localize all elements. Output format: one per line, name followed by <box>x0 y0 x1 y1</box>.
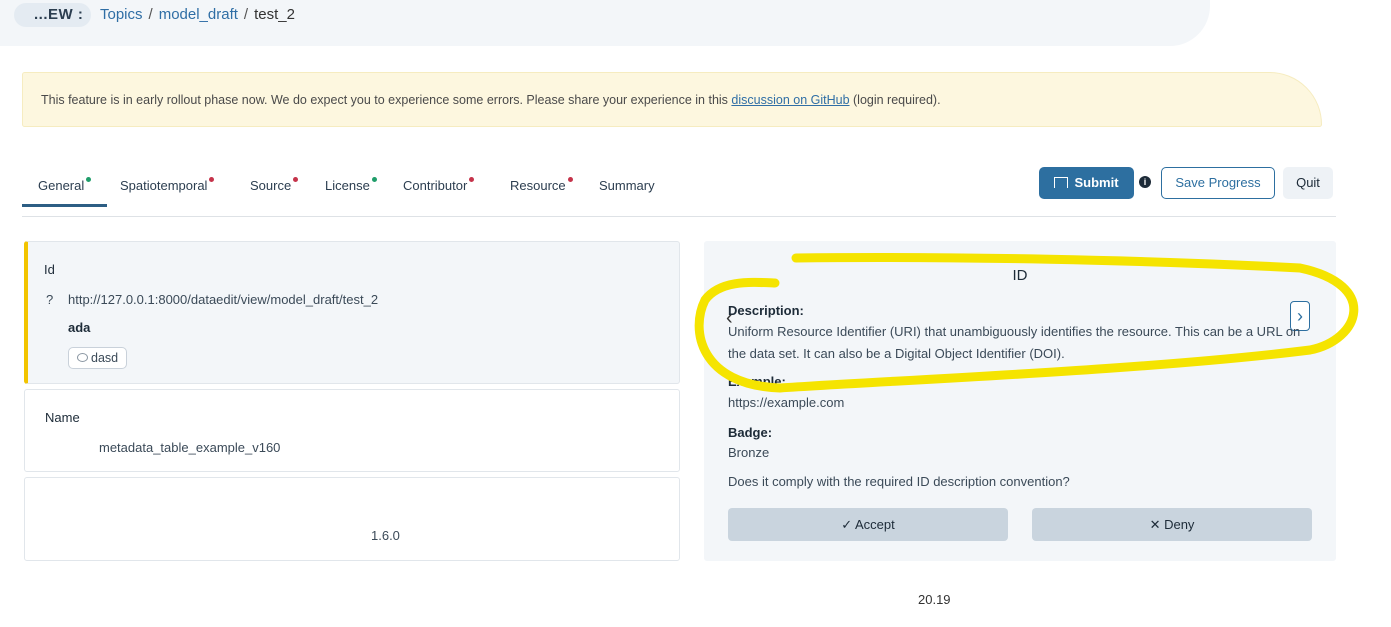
breadcrumb: ...EW : Topics / model_draft / test_2 <box>0 0 1210 46</box>
field-id[interactable]: Id ? http://127.0.0.1:8000/dataedit/view… <box>24 241 680 384</box>
deny-label: Deny <box>1164 517 1195 532</box>
close-icon: ✕ <box>1149 517 1165 532</box>
field-label-id: Id <box>44 262 55 277</box>
deny-button[interactable]: ✕ Deny <box>1032 508 1312 541</box>
badge-text: Bronze <box>728 445 770 460</box>
breadcrumb-current: test_2 <box>254 6 295 23</box>
submit-label: Submit <box>1074 175 1119 190</box>
compliance-question: Does it comply with the required ID desc… <box>728 474 1070 489</box>
submit-button[interactable]: Submit <box>1039 167 1134 199</box>
save-progress-button[interactable]: Save Progress <box>1161 167 1275 199</box>
accept-label: Accept <box>855 517 895 532</box>
tab-general[interactable]: General <box>22 176 108 207</box>
rollout-alert: This feature is in early rollout phase n… <box>22 72 1322 127</box>
field-value-name: metadata_table_example_v160 <box>99 440 281 455</box>
breadcrumb-link-model-draft[interactable]: model_draft <box>159 6 238 23</box>
status-dot <box>293 177 299 182</box>
status-dot <box>371 177 377 182</box>
field-value-version: 1.6.0 <box>371 528 400 543</box>
field-label-name: Name <box>45 410 80 425</box>
quit-button[interactable]: Quit <box>1283 167 1333 199</box>
breadcrumb-trail: Topics / model_draft / test_2 <box>100 3 295 27</box>
field-help-panel: ID ‹ › Description: Uniform Resource Ide… <box>704 241 1336 561</box>
tab-resource[interactable]: Resource <box>510 176 573 208</box>
tab-spatiotemporal[interactable]: Spatiotemporal <box>120 176 215 208</box>
tab-bar: General Spatiotemporal Source License Co… <box>22 168 1336 217</box>
alert-text: This feature is in early rollout phase n… <box>41 93 732 107</box>
comment-chip[interactable]: dasd <box>68 347 128 369</box>
tab-label: License <box>325 178 370 193</box>
alert-text-suffix: (login required). <box>849 93 941 107</box>
view-mode-badge: ...EW : <box>14 3 92 27</box>
breadcrumb-link-topics[interactable]: Topics <box>100 6 143 23</box>
breadcrumb-separator: / <box>243 6 249 23</box>
tab-label: Source <box>250 178 292 193</box>
footer-number: 20.19 <box>918 592 951 607</box>
tab-contributor[interactable]: Contributor <box>403 176 475 208</box>
tab-label: Contributor <box>403 178 468 193</box>
panel-title: ID <box>1012 267 1028 284</box>
field-value-id: http://127.0.0.1:8000/dataedit/view/mode… <box>68 292 379 307</box>
tab-label: Spatiotemporal <box>120 178 208 193</box>
tab-source[interactable]: Source <box>250 176 299 208</box>
comment-author: ada <box>68 320 91 335</box>
badge-label: Badge: <box>728 425 773 440</box>
status-dot <box>469 177 475 182</box>
breadcrumb-separator: / <box>148 6 153 23</box>
status-dot <box>86 177 92 182</box>
description-text: Uniform Resource Identifier (URI) that u… <box>728 324 1301 361</box>
github-discussion-link[interactable]: discussion on GitHub <box>731 93 849 107</box>
field-name[interactable]: Name metadata_table_example_v160 <box>24 389 680 472</box>
tab-license[interactable]: License <box>325 176 377 208</box>
accept-button[interactable]: ✓ Accept <box>728 508 1008 541</box>
comment-icon <box>77 353 88 362</box>
tab-label: General <box>38 178 85 193</box>
status-dot <box>209 177 215 182</box>
info-icon[interactable]: i <box>1139 176 1151 188</box>
example-text: https://example.com <box>728 395 845 410</box>
check-icon: ✓ <box>841 517 856 532</box>
upload-icon <box>1054 177 1069 188</box>
tab-label: Resource <box>510 178 566 193</box>
example-label: Example: <box>728 374 786 389</box>
help-icon[interactable]: ? <box>46 292 53 307</box>
tab-summary[interactable]: Summary <box>599 176 655 208</box>
tab-label: Summary <box>599 178 655 193</box>
description-label: Description: <box>728 303 804 318</box>
comment-text: dasd <box>91 351 119 365</box>
field-version[interactable]: 1.6.0 <box>24 477 680 561</box>
status-dot <box>567 177 573 182</box>
